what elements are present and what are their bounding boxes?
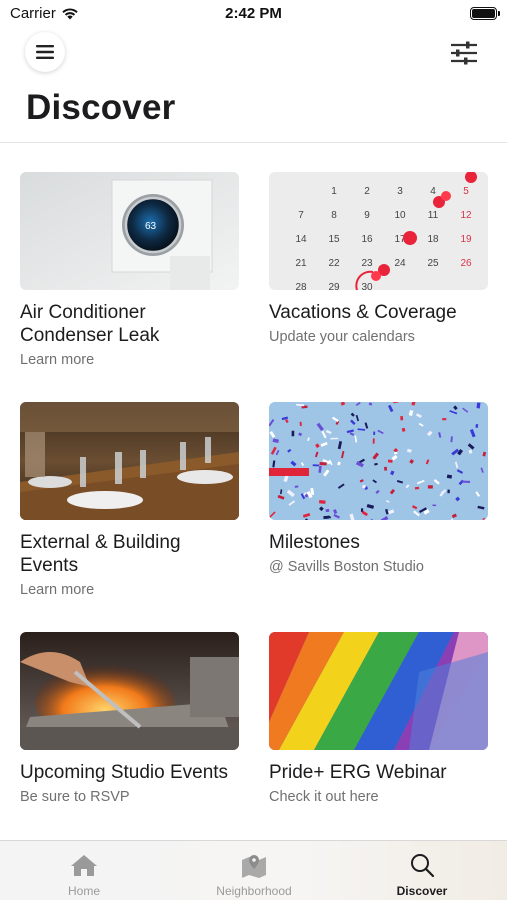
confetti-piece	[319, 462, 327, 466]
hamburger-menu-icon	[36, 45, 54, 59]
confetti-piece	[325, 508, 330, 513]
card-upcoming-studio-events[interactable]: Upcoming Studio Events Be sure to RSVP	[20, 632, 239, 842]
restaurant-table-photo	[20, 402, 239, 520]
confetti-piece	[400, 416, 404, 421]
confetti-piece	[401, 427, 406, 432]
discover-grid: 63 Air Conditioner Condenser Leak Learn …	[20, 172, 488, 842]
thermostat-photo: 63	[20, 172, 239, 290]
tab-label: Neighborhood	[216, 884, 292, 898]
map-pin-icon	[239, 851, 269, 879]
card-subtitle[interactable]: Learn more	[20, 352, 239, 368]
header-divider	[0, 142, 507, 143]
calendar-day: 23	[361, 258, 373, 269]
calendar-day: 25	[427, 258, 439, 269]
calendar-day: 19	[460, 234, 472, 245]
card-title: Upcoming Studio Events	[20, 762, 229, 783]
menu-button[interactable]	[25, 32, 65, 72]
card-subtitle[interactable]: Learn more	[20, 582, 239, 598]
status-bar: Carrier 2:42 PM	[0, 0, 507, 30]
calendar-day: 2	[364, 186, 370, 197]
calendar-day: 11	[428, 210, 439, 221]
confetti-photo	[269, 402, 488, 520]
tab-bar: Home Neighborhood Discover	[0, 840, 507, 900]
thermostat-reading: 63	[145, 221, 157, 232]
confetti-piece	[427, 485, 433, 489]
card-pride-erg-webinar[interactable]: Pride+ ERG Webinar Check it out here	[269, 632, 488, 842]
card-air-conditioner[interactable]: 63 Air Conditioner Condenser Leak Learn …	[20, 172, 239, 382]
calendar-day: 8	[331, 210, 337, 221]
card-title: Milestones	[269, 532, 360, 553]
calendar-day: 21	[295, 258, 307, 269]
card-milestones[interactable]: Milestones @ Savills Boston Studio	[269, 402, 488, 612]
confetti-piece	[291, 430, 295, 437]
card-title: External & Building Events	[20, 532, 181, 576]
confetti-piece	[312, 464, 320, 467]
card-title: Pride+ ERG Webinar	[269, 762, 447, 783]
status-time: 2:42 PM	[225, 5, 282, 22]
calendar-day: 5	[463, 186, 469, 197]
confetti-piece	[318, 500, 326, 504]
confetti-piece	[373, 431, 376, 436]
card-subtitle[interactable]: Be sure to RSVP	[20, 789, 239, 805]
tab-discover[interactable]: Discover	[367, 841, 477, 900]
calendar-day: 24	[394, 258, 406, 269]
card-subtitle[interactable]: @ Savills Boston Studio	[269, 559, 488, 575]
confetti-piece	[462, 480, 471, 483]
card-title: Air Conditioner Condenser Leak	[20, 302, 160, 346]
confetti-piece	[476, 402, 481, 409]
confetti-piece	[394, 451, 398, 455]
card-title: Vacations & Coverage	[269, 302, 457, 323]
tab-neighborhood[interactable]: Neighborhood	[199, 841, 309, 900]
confetti-piece	[447, 489, 450, 494]
calendar-day: 3	[397, 186, 403, 197]
grill-photo	[20, 632, 239, 750]
calendar-day: 1	[331, 186, 337, 197]
calendar-day: 7	[298, 210, 304, 221]
card-vacations-coverage[interactable]: 1 2 3 4 5 7 8 9 10 11 12 14 15 16 17 18 19 21 22 23 24 25 26 28…	[269, 172, 488, 382]
tab-label: Discover	[396, 884, 448, 898]
confetti-piece	[432, 504, 437, 507]
calendar-day: 15	[328, 234, 340, 245]
card-external-building-events[interactable]: External & Building Events Learn more	[20, 402, 239, 612]
calendar-day: 30	[361, 282, 373, 290]
home-icon	[69, 851, 99, 879]
confetti-piece	[442, 418, 447, 421]
confetti-piece	[323, 515, 329, 520]
tab-home[interactable]: Home	[29, 841, 139, 900]
calendar-day: 14	[295, 234, 307, 245]
confetti-piece	[446, 474, 453, 479]
card-subtitle[interactable]: Update your calendars	[269, 329, 488, 345]
calendar-day: 18	[427, 234, 439, 245]
calendar-day: 9	[364, 210, 370, 221]
tab-label: Home	[67, 884, 100, 898]
calendar-day: 22	[328, 258, 340, 269]
filter-button[interactable]	[449, 38, 479, 68]
rainbow-flag-photo	[269, 632, 488, 750]
battery-icon	[470, 7, 500, 20]
calendar-day: 29	[328, 282, 340, 290]
calendar-pins-photo: 1 2 3 4 5 7 8 9 10 11 12 14 15 16 17 18 19 21 22 23 24 25 26 28…	[269, 172, 488, 290]
calendar-day: 26	[460, 258, 472, 269]
calendar-day: 10	[394, 210, 406, 221]
confetti-piece	[384, 466, 388, 471]
calendar-day: 28	[295, 282, 307, 290]
confetti-streak	[269, 468, 309, 476]
search-icon	[407, 851, 437, 879]
calendar-day: 4	[430, 186, 436, 197]
calendar-day: 16	[361, 234, 373, 245]
confetti-piece	[372, 438, 375, 444]
confetti-piece	[299, 421, 302, 427]
calendar-day: 12	[460, 210, 472, 221]
card-subtitle[interactable]: Check it out here	[269, 789, 488, 805]
sliders-filter-icon	[451, 41, 477, 65]
page-title: Discover	[26, 88, 176, 127]
